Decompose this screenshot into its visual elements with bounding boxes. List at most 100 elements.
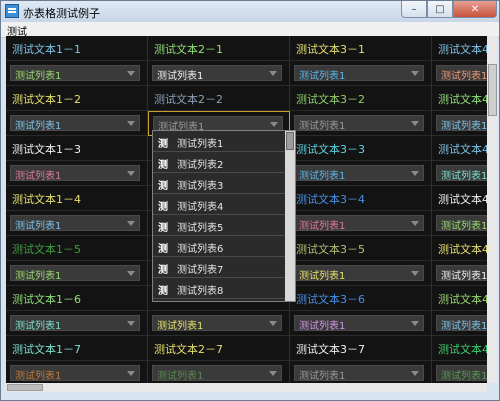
dropdown-arrow-icon[interactable] — [411, 71, 419, 76]
dropdown-arrow-icon[interactable] — [411, 171, 419, 176]
dropdown-scrollbar[interactable] — [285, 131, 295, 301]
grid-cell[interactable]: 测试列表1 — [432, 211, 487, 236]
grid-cell[interactable]: 测试列表1 — [290, 311, 432, 336]
grid-cell[interactable]: 测试列表1 — [6, 311, 148, 336]
grid-cell[interactable]: 测试列表1 — [6, 61, 148, 86]
dropdown-arrow-icon[interactable] — [127, 71, 135, 76]
dropdown-arrow-icon[interactable] — [411, 321, 419, 326]
combo-box[interactable]: 测试列表1 — [10, 165, 140, 182]
grid-cell[interactable]: 测试列表1 — [6, 261, 148, 286]
grid-cell[interactable]: 测试文本3－6 — [290, 286, 432, 311]
dropdown-arrow-icon[interactable] — [127, 371, 135, 376]
combo-box[interactable]: 测试列表1 — [294, 215, 424, 232]
grid-cell[interactable]: 测试文本4 — [432, 136, 487, 161]
dropdown-arrow-icon[interactable] — [411, 221, 419, 226]
combo-box[interactable]: 测试列表1 — [10, 315, 140, 332]
grid-cell[interactable]: 测试列表1 — [432, 61, 487, 86]
grid-cell[interactable]: 测试文本1－5 — [6, 236, 148, 261]
grid-cell[interactable]: 测试文本4 — [432, 186, 487, 211]
grid-cell[interactable]: 测试文本4 — [432, 236, 487, 261]
combo-box[interactable]: 测试列表1 — [10, 115, 140, 132]
dropdown-option[interactable]: 测测试列表8 — [153, 278, 285, 299]
combo-box[interactable]: 测试列表1 — [436, 115, 487, 132]
dropdown-option[interactable]: 测测试列表7 — [153, 257, 285, 278]
grid-cell[interactable]: 测试文本2－2 — [148, 86, 290, 111]
grid-cell[interactable]: 测试列表1 — [290, 161, 432, 186]
dropdown-option[interactable]: 测测试列表5 — [153, 215, 285, 236]
dropdown-arrow-icon[interactable] — [269, 321, 277, 326]
combo-box[interactable]: 测试列表1 — [294, 265, 424, 282]
grid-cell[interactable]: 测试列表1 — [148, 361, 290, 383]
dropdown-option[interactable]: 测测试列表6 — [153, 236, 285, 257]
grid-cell[interactable]: 测试文本3－3 — [290, 136, 432, 161]
combo-box[interactable]: 测试列表1 — [436, 365, 487, 382]
combo-box[interactable]: 测试列表1 — [436, 165, 487, 182]
combo-box[interactable]: 测试列表1 — [152, 65, 282, 82]
grid-cell[interactable]: 测试文本1－1 — [6, 36, 148, 61]
vertical-scrollbar[interactable] — [487, 36, 498, 383]
combo-box[interactable]: 测试列表1 — [294, 115, 424, 132]
dropdown-scroll-thumb[interactable] — [286, 132, 294, 150]
grid-cell[interactable]: 测试文本2－7 — [148, 336, 290, 361]
grid-cell[interactable]: 测试列表1 — [432, 261, 487, 286]
dropdown-arrow-icon[interactable] — [270, 122, 278, 127]
maximize-button[interactable]: □ — [427, 1, 453, 18]
combo-box[interactable]: 测试列表1 — [152, 315, 282, 332]
grid-cell[interactable]: 测试文本3－2 — [290, 86, 432, 111]
grid-cell[interactable]: 测试列表1 — [148, 61, 290, 86]
grid-cell[interactable]: 测试列表1 — [6, 211, 148, 236]
dropdown-arrow-icon[interactable] — [127, 121, 135, 126]
grid-cell[interactable]: 测试列表1 — [432, 361, 487, 383]
dropdown-arrow-icon[interactable] — [411, 371, 419, 376]
combo-box[interactable]: 测试列表1 — [294, 365, 424, 382]
combo-box[interactable]: 测试列表1 — [10, 365, 140, 382]
grid-cell[interactable]: 测试列表1 — [6, 111, 148, 136]
dropdown-option[interactable]: 测测试列表3 — [153, 173, 285, 194]
grid-cell[interactable]: 测试文本1－2 — [6, 86, 148, 111]
grid-cell[interactable]: 测试列表1 — [290, 61, 432, 86]
grid-cell[interactable]: 测试文本1－3 — [6, 136, 148, 161]
combo-box[interactable]: 测试列表1 — [10, 65, 140, 82]
dropdown-option[interactable]: 测测试列表1 — [153, 131, 285, 152]
close-button[interactable]: ✕ — [453, 1, 497, 18]
dropdown-option[interactable]: 测测试列表2 — [153, 152, 285, 173]
grid-cell[interactable]: 测试列表1 — [290, 261, 432, 286]
combo-box[interactable]: 测试列表1 — [294, 165, 424, 182]
combo-box[interactable]: 测试列表1 — [436, 315, 487, 332]
grid-cell[interactable]: 测试列表1 — [6, 361, 148, 383]
combo-box[interactable]: 测试列表1 — [294, 65, 424, 82]
combo-box[interactable]: 测试列表1 — [436, 65, 487, 82]
combo-box[interactable]: 测试列表1 — [10, 215, 140, 232]
grid-cell[interactable]: 测试文本3－1 — [290, 36, 432, 61]
horizontal-scroll-thumb[interactable] — [7, 384, 43, 391]
title-bar[interactable]: 亦表格测试例子 – □ ✕ — [1, 1, 499, 22]
combo-box[interactable]: 测试列表1 — [10, 265, 140, 282]
combo-box[interactable]: 测试列表1 — [152, 365, 282, 382]
grid-cell[interactable]: 测试列表1 — [432, 311, 487, 336]
dropdown-arrow-icon[interactable] — [411, 271, 419, 276]
dropdown-arrow-icon[interactable] — [127, 171, 135, 176]
horizontal-scrollbar[interactable] — [6, 383, 487, 392]
dropdown-arrow-icon[interactable] — [127, 271, 135, 276]
grid-cell[interactable]: 测试列表1 — [432, 111, 487, 136]
grid-cell[interactable]: 测试文本2－1 — [148, 36, 290, 61]
grid-cell[interactable]: 测试文本1－4 — [6, 186, 148, 211]
grid-cell[interactable]: 测试列表1 — [148, 311, 290, 336]
combo-box[interactable]: 测试列表1 — [294, 315, 424, 332]
dropdown-arrow-icon[interactable] — [127, 221, 135, 226]
grid-cell[interactable]: 测试文本1－7 — [6, 336, 148, 361]
minimize-button[interactable]: – — [401, 1, 427, 18]
grid-cell[interactable]: 测试文本3－7 — [290, 336, 432, 361]
grid-cell[interactable]: 测试列表1 — [290, 211, 432, 236]
grid-cell[interactable]: 测试列表1 — [432, 161, 487, 186]
grid-cell[interactable]: 测试列表1 — [290, 111, 432, 136]
grid-cell[interactable]: 测试文本4 — [432, 286, 487, 311]
dropdown-arrow-icon[interactable] — [411, 121, 419, 126]
grid-cell[interactable]: 测试列表1 — [290, 361, 432, 383]
grid-cell[interactable]: 测试文本1－6 — [6, 286, 148, 311]
grid-cell[interactable]: 测试文本3－5 — [290, 236, 432, 261]
grid-cell[interactable]: 测试文本4 — [432, 36, 487, 61]
grid-cell[interactable]: 测试文本4 — [432, 336, 487, 361]
dropdown-arrow-icon[interactable] — [269, 71, 277, 76]
vertical-scroll-thumb[interactable] — [488, 64, 497, 116]
